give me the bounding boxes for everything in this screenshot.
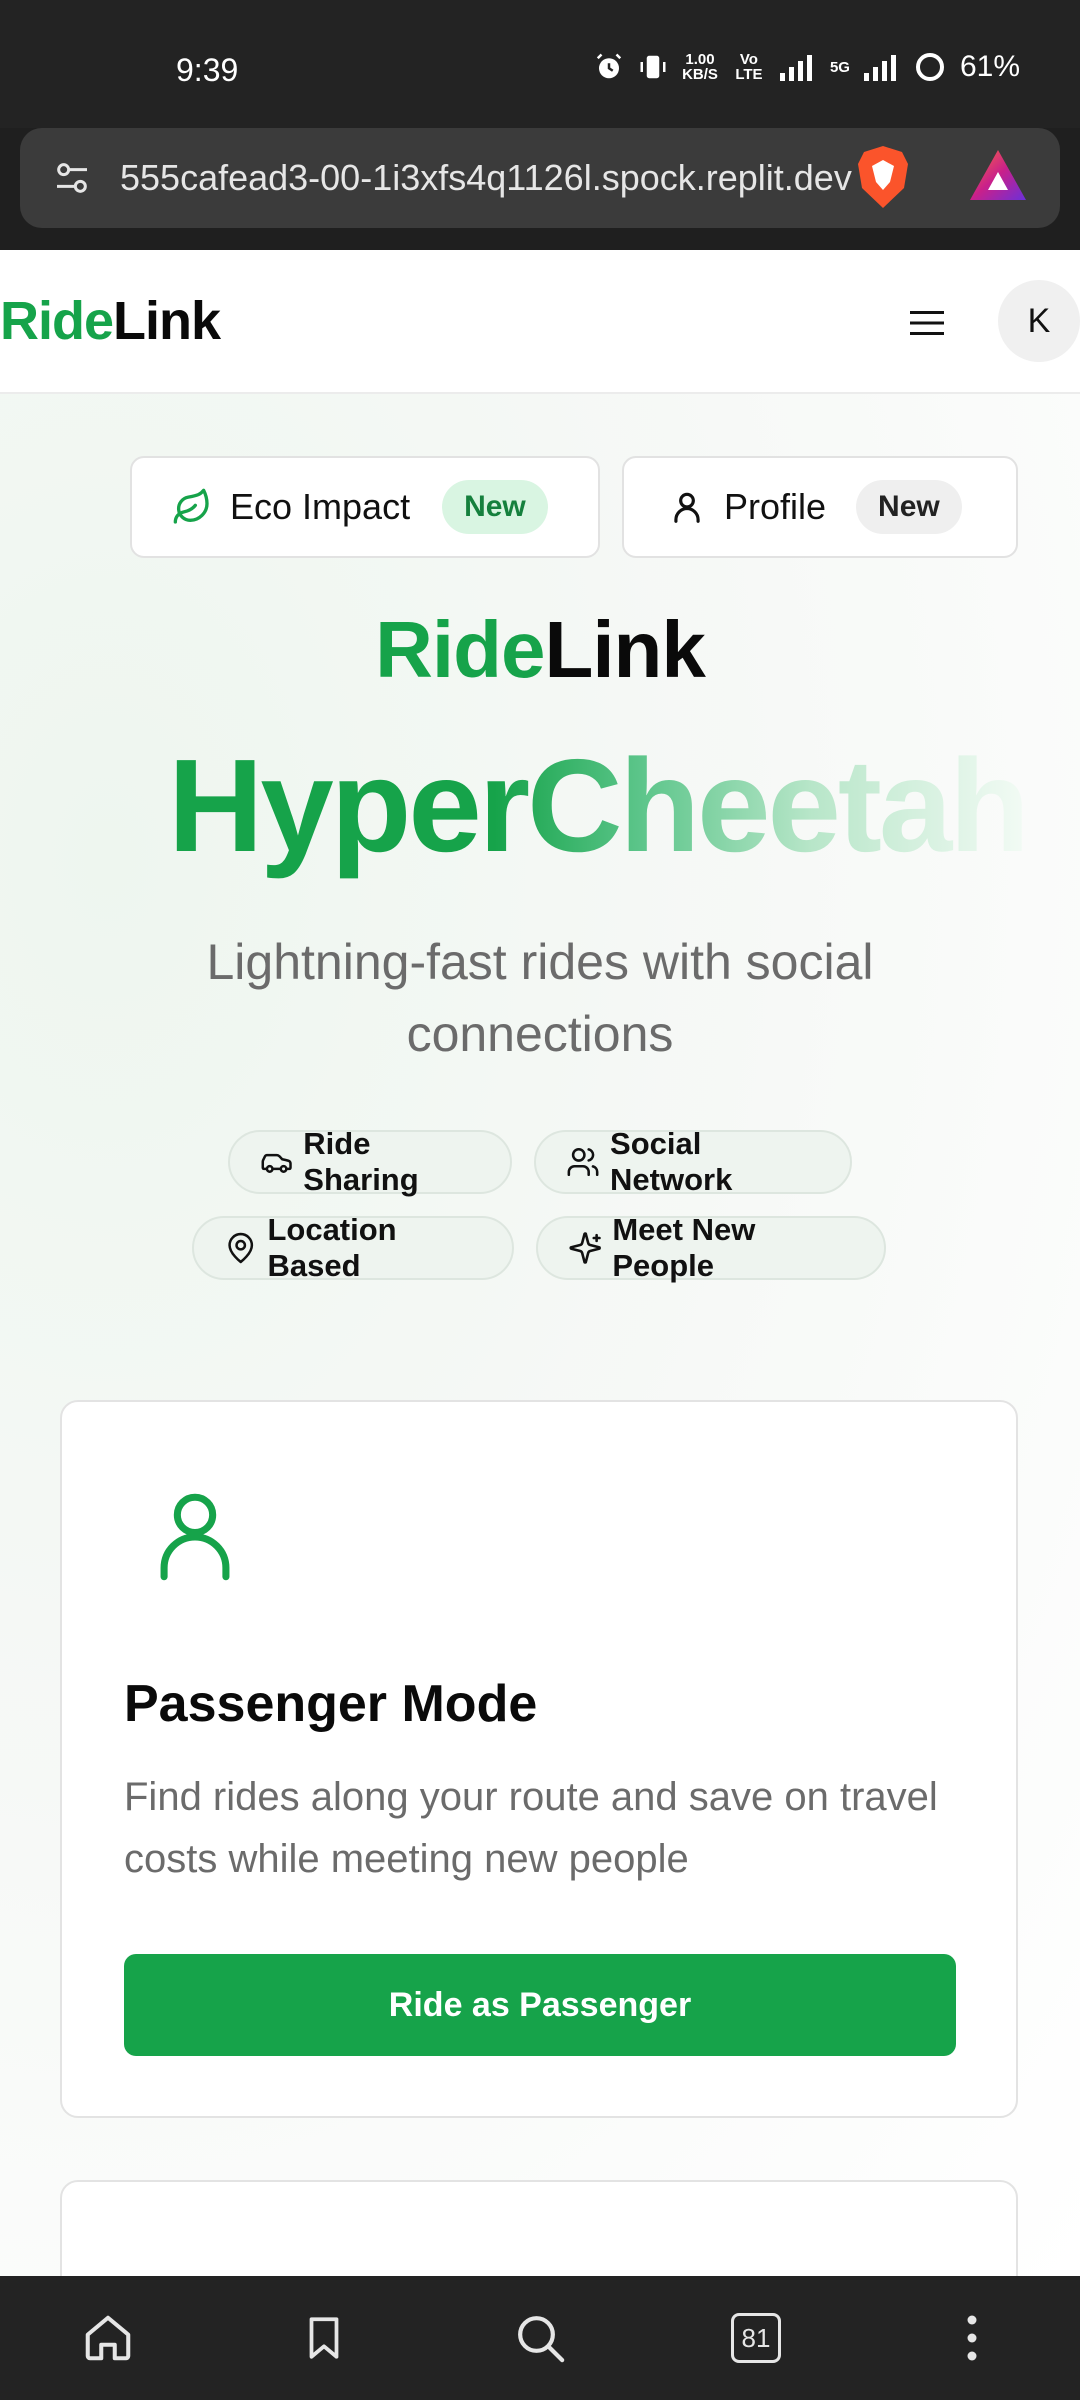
profile-button[interactable]: Profile New [622,456,1018,558]
signal-icon [779,55,812,81]
card-title: Passenger Mode [124,1675,538,1733]
search-icon[interactable] [500,2298,580,2378]
eco-impact-label: Eco Impact [230,486,411,527]
new-badge: New [856,480,962,534]
home-icon[interactable] [68,2298,148,2378]
net-speed: 1.00 KB/S [682,51,718,83]
profile-label: Profile [724,486,827,527]
leaf-icon [173,488,209,524]
menu-icon[interactable] [902,298,952,348]
alarm-icon [596,53,622,79]
eco-impact-button[interactable]: Eco Impact New [130,456,600,558]
new-badge: New [442,480,548,534]
hero-title: HyperCheetah [168,732,1030,879]
battery-icon [915,53,944,81]
users-icon [567,1147,599,1177]
status-icons: 1.00 KB/S Vo LTE 5G 61% [594,50,1020,84]
status-time: 9:39 [176,52,239,88]
url-bar[interactable]: 555cafead3-00-1i3xfs4q1126l.spock.replit… [20,128,1060,228]
site-settings-icon[interactable] [40,146,104,210]
brave-rewards-icon[interactable] [968,148,1028,202]
status-bar: 9:39 1.00 KB/S Vo LTE 5G 61% [0,0,1080,128]
battery-level: 61% [959,50,1020,83]
chip-location-based: Location Based [192,1212,514,1283]
car-icon [261,1153,292,1173]
avatar[interactable]: K [998,280,1080,362]
sparkles-icon [569,1232,601,1264]
chip-social-network: Social Network [534,1126,852,1197]
chip-meet-new-people: Meet New People [536,1212,886,1283]
hero-brand: RideLink [375,605,706,694]
chip-ride-sharing: Ride Sharing [228,1126,512,1197]
signal-icon-2 [863,55,896,81]
site-header: RideLink K [0,250,1080,394]
page: RideLink K Eco Impact New Profile New Ri… [0,250,1080,2276]
tabs-icon[interactable]: 81 [716,2298,796,2378]
hero-subtitle: Lightning-fast rides with social connect… [206,934,874,1062]
user-icon [674,492,700,523]
map-pin-icon [228,1232,254,1264]
ride-as-passenger-button[interactable]: Ride as Passenger [124,1954,956,2056]
card-description: Find rides along your route and save on … [124,1775,938,1881]
vibrate-icon [640,55,666,79]
next-card [60,2180,1018,2276]
browser-bottom-nav: 81 [0,2276,1080,2400]
brand-logo[interactable]: RideLink [0,290,221,352]
bookmark-icon[interactable] [284,2298,364,2378]
url-text[interactable]: 555cafead3-00-1i3xfs4q1126l.spock.replit… [120,157,870,199]
passenger-mode-card: Passenger Mode Find rides along your rou… [60,1400,1018,2118]
volte-indicator: Vo LTE [735,51,763,83]
brave-shields-icon[interactable] [854,144,912,210]
more-menu-icon[interactable] [932,2298,1012,2378]
user-icon [142,1482,248,1592]
network-type: 5G [829,58,850,76]
